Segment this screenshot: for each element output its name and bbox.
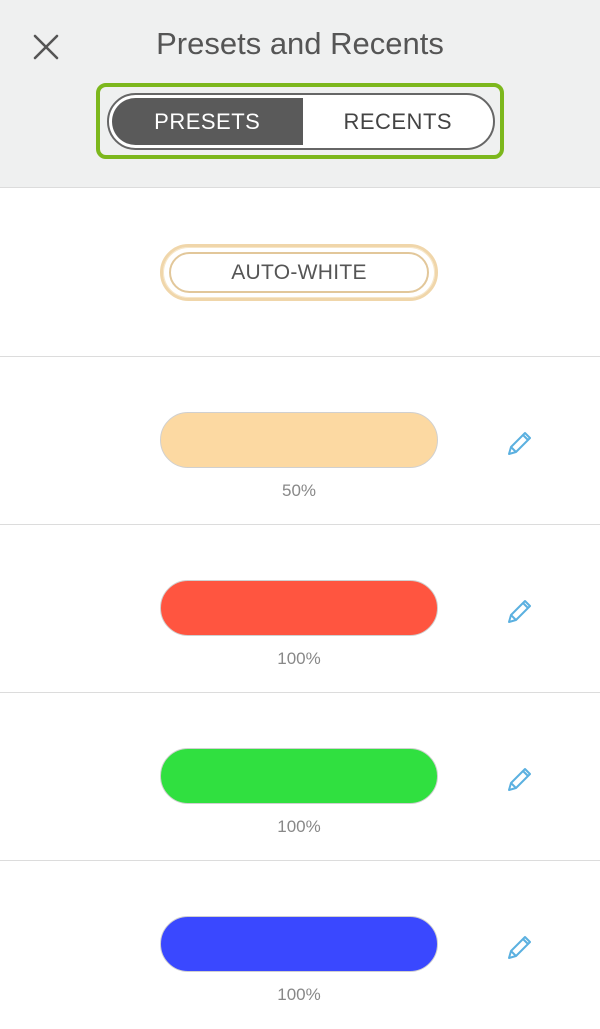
brightness-label: 50%: [281, 481, 317, 500]
list-item: 100%: [0, 693, 600, 861]
edit-button[interactable]: [500, 927, 540, 967]
auto-white-button[interactable]: AUTO-WHITE: [160, 244, 438, 301]
page-title: Presets and Recents: [156, 26, 444, 61]
tab-recents[interactable]: RECENTS: [303, 95, 494, 148]
edit-button[interactable]: [500, 591, 540, 631]
list-item: 100%: [0, 525, 600, 693]
color-swatch[interactable]: [160, 748, 438, 804]
pencil-icon: [508, 768, 531, 791]
list-item: 50%: [0, 357, 600, 525]
pencil-icon: [508, 600, 531, 623]
preset-list: AUTO-WHITE 50% 100% 100% 100%: [0, 189, 600, 1029]
color-swatch[interactable]: [160, 412, 438, 468]
pencil-icon: [508, 432, 531, 455]
tab-switcher: PRESETS RECENTS: [107, 93, 495, 150]
color-swatch[interactable]: [160, 916, 438, 972]
brightness-label: 100%: [277, 817, 321, 836]
auto-white-label: AUTO-WHITE: [231, 260, 367, 284]
header: Presets and Recents PRESETS RECENTS: [0, 0, 600, 188]
pencil-icon: [508, 936, 531, 959]
brightness-label: 100%: [277, 985, 321, 1004]
list-item-auto-white: AUTO-WHITE: [0, 189, 600, 357]
edit-button[interactable]: [500, 759, 540, 799]
edit-button[interactable]: [500, 423, 540, 463]
color-swatch[interactable]: [160, 580, 438, 636]
list-item: 100%: [0, 861, 600, 1029]
tab-presets[interactable]: PRESETS: [112, 98, 303, 145]
brightness-label: 100%: [277, 649, 321, 668]
